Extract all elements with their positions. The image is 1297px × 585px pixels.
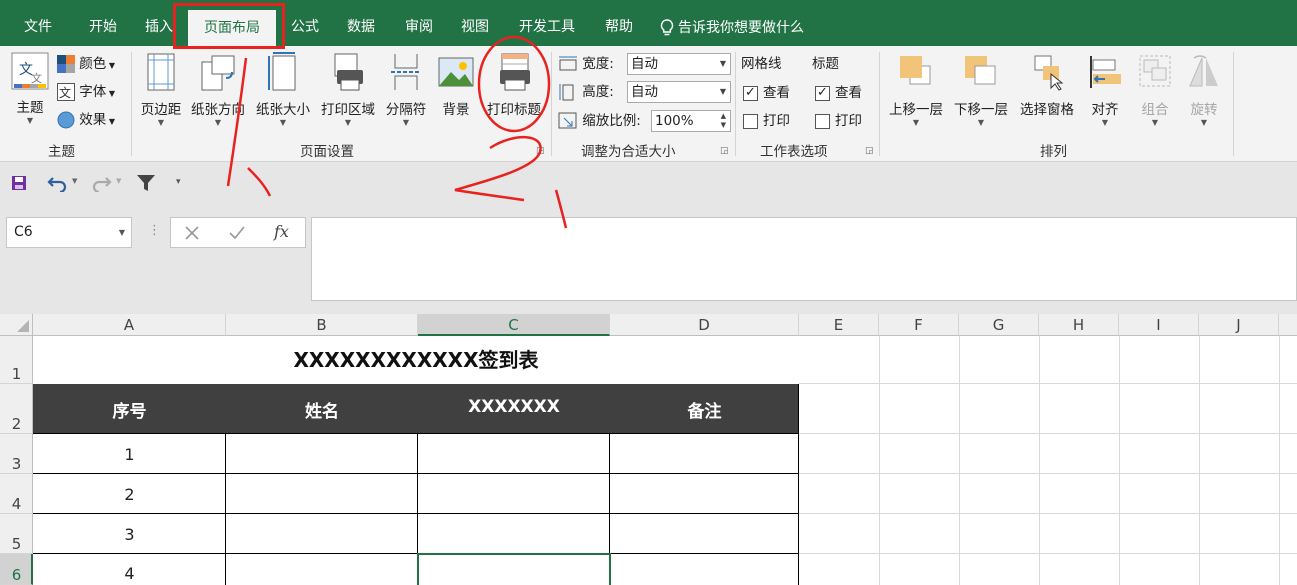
header-cell-placeholder[interactable]: XXXXXXX: [418, 397, 610, 417]
select-all-icon: [17, 320, 29, 332]
table-row-serial[interactable]: 2: [33, 485, 226, 504]
table-border: [33, 553, 799, 554]
table-border: [33, 433, 799, 434]
header-cell-serial[interactable]: 序号: [33, 397, 226, 422]
table-row-serial[interactable]: 1: [33, 445, 226, 464]
annotation-step1-line: [226, 57, 248, 187]
gridline: [1279, 336, 1280, 585]
sheet-title-cell[interactable]: XXXXXXXXXXXX签到表: [33, 344, 799, 373]
header-cell-remarks[interactable]: 备注: [610, 397, 799, 422]
active-cell-c6[interactable]: [417, 553, 611, 585]
header-cell-name[interactable]: 姓名: [226, 397, 418, 422]
worksheet-grid: A B C D E F G H I J 1 2 3 4 5 6 XXXXXXXX…: [0, 314, 1297, 585]
gridline: [799, 433, 1297, 434]
gridline: [959, 336, 960, 585]
gridline: [799, 513, 1297, 514]
row-header-3[interactable]: 3: [0, 434, 33, 474]
gridline: [799, 383, 1297, 384]
table-border: [33, 473, 799, 474]
row-header-1[interactable]: 1: [0, 336, 33, 384]
gridline: [1199, 336, 1200, 585]
table-border: [798, 384, 799, 585]
row-header-6[interactable]: 6: [0, 554, 33, 585]
annotation-circle: [477, 35, 551, 133]
gridline: [1119, 336, 1120, 585]
row-header-2[interactable]: 2: [0, 384, 33, 434]
row-header-5[interactable]: 5: [0, 514, 33, 554]
table-border: [33, 513, 799, 514]
annotation-overlay: [226, 35, 568, 229]
table-row-serial[interactable]: 4: [33, 564, 226, 583]
row-header-4[interactable]: 4: [0, 474, 33, 514]
gridline: [1039, 336, 1040, 585]
annotation-step1-tick: [247, 167, 272, 197]
gridline: [879, 336, 880, 585]
annotation-step2-number: [454, 135, 542, 202]
table-row-serial[interactable]: 3: [33, 525, 226, 544]
gridline: [799, 553, 1297, 554]
gridline: [799, 473, 1297, 474]
annotation-step2-tick: [554, 189, 568, 229]
